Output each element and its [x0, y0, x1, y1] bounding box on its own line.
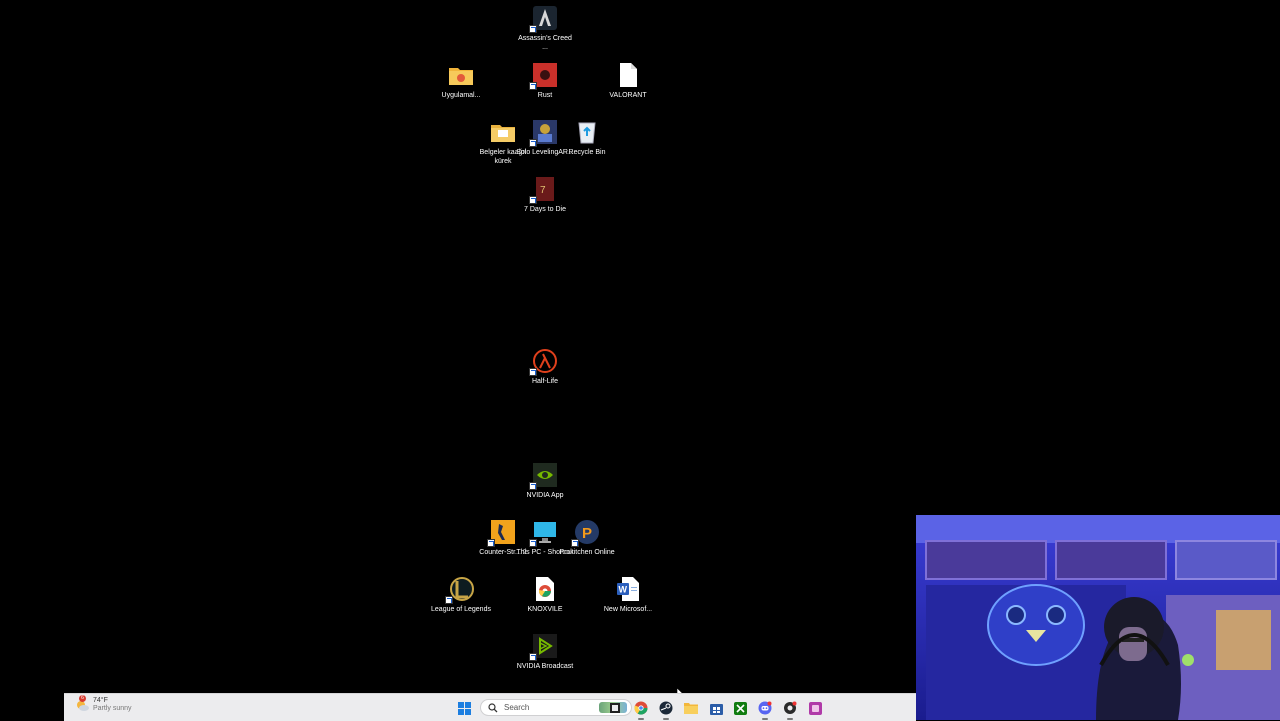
- partly-sunny-icon: 6: [74, 695, 90, 713]
- xbox-icon: [733, 701, 747, 715]
- nvidia-broadcast-icon: [529, 632, 559, 661]
- seven-days-to-die-icon: 7: [529, 175, 559, 204]
- desktop-icon-label: NVIDIA Broadcast: [516, 663, 574, 670]
- file-explorer-icon: [684, 703, 698, 714]
- half-life-icon: [529, 347, 559, 376]
- desktop-icon-half-life[interactable]: Half-Life: [515, 347, 575, 386]
- desktop-icon-prokitchen[interactable]: P Prokitchen Online: [557, 518, 617, 557]
- recycle-bin-icon: [573, 118, 601, 146]
- taskbar-chrome[interactable]: [632, 699, 650, 720]
- webcam-overlay: [916, 515, 1280, 720]
- steam-icon: [659, 701, 673, 715]
- search-placeholder: Search: [504, 703, 530, 712]
- chrome-icon: [634, 701, 648, 715]
- task-view-button[interactable]: [606, 699, 624, 717]
- desktop-icon-rust[interactable]: Rust: [515, 61, 575, 100]
- desktop-icon-label: 7 Days to Die: [523, 206, 567, 213]
- start-icon: [457, 701, 471, 715]
- app-icon: [808, 701, 822, 715]
- desktop-icon-label: Uygulamal...: [441, 92, 481, 99]
- desktop-icon-label: Rust: [537, 92, 553, 99]
- assassins-creed-icon: [529, 4, 559, 33]
- desktop-icon-label: Half-Life: [531, 378, 559, 385]
- store-icon: [709, 703, 723, 715]
- taskbar-steam[interactable]: [657, 699, 675, 720]
- desktop-icon-label: Recycle Bin: [568, 149, 606, 156]
- solo-leveling-icon: [529, 118, 559, 147]
- desktop-icon-valorant[interactable]: VALORANT: [598, 61, 658, 100]
- app-icon: [784, 701, 797, 714]
- desktop-icon-label: VALORANT: [609, 92, 647, 99]
- taskbar-app[interactable]: [781, 699, 799, 720]
- desktop-icon-label: KNOXVILE: [527, 606, 563, 613]
- desktop-icon-league-of-legends[interactable]: League of Legends: [431, 575, 491, 614]
- taskbar-discord[interactable]: [756, 699, 774, 720]
- desktop-icon-label: New Microsof...: [603, 606, 653, 613]
- folder-icon: [489, 118, 517, 146]
- start-button[interactable]: [455, 699, 473, 717]
- weather-widget[interactable]: 6 74°F Partly sunny: [74, 695, 132, 713]
- blank-file-icon: [614, 61, 642, 89]
- desktop-icon-new-word-document[interactable]: W New Microsof...: [598, 575, 658, 614]
- weather-temperature: 74°F: [93, 697, 108, 704]
- svg-text:7: 7: [540, 185, 546, 196]
- rust-icon: [529, 61, 559, 90]
- counter-strike-icon: [487, 518, 517, 547]
- folder-icon: [447, 61, 475, 89]
- desktop-icon-label: Prokitchen Online: [559, 549, 615, 556]
- taskbar-store[interactable]: [707, 699, 725, 717]
- desktop-icon-nvidia-app[interactable]: NVIDIA App: [515, 461, 575, 500]
- desktop-icon-knoxvile[interactable]: KNOXVILE: [515, 575, 575, 614]
- prokitchen-icon: P: [571, 518, 601, 547]
- desktop-icon-label: NVIDIA App: [526, 492, 564, 499]
- taskbar-file-explorer[interactable]: [682, 699, 700, 717]
- taskbar-xbox[interactable]: [731, 699, 749, 717]
- league-of-legends-icon: [445, 575, 475, 604]
- weather-condition: Partly sunny: [93, 705, 132, 712]
- taskbar: 6 74°F Partly sunny Search: [64, 693, 916, 721]
- desktop-icon-recycle-bin[interactable]: Recycle Bin: [557, 118, 617, 157]
- chrome-icon: [531, 575, 559, 603]
- svg-text:P: P: [582, 525, 592, 542]
- svg-text:W: W: [619, 585, 628, 595]
- discord-icon: [758, 701, 772, 715]
- desktop-icon-label: Assassin's Creed ...: [518, 35, 572, 51]
- desktop-icon-uygulamal[interactable]: Uygulamal...: [431, 61, 491, 100]
- search-icon: [488, 702, 498, 712]
- desktop-icon-7-days-to-die[interactable]: 7 7 Days to Die: [515, 175, 575, 214]
- this-pc-icon: [529, 518, 559, 547]
- word-document-icon: W: [614, 575, 642, 603]
- task-view-icon: [610, 703, 620, 713]
- desktop-icon-assassins-creed[interactable]: Assassin's Creed ...: [515, 4, 575, 52]
- desktop-icon-label: League of Legends: [431, 606, 491, 613]
- webcam-feed-image: [916, 515, 1280, 720]
- notification-badge: 6: [79, 695, 86, 702]
- taskbar-app[interactable]: [806, 699, 824, 717]
- nvidia-icon: [529, 461, 559, 490]
- desktop-icon-nvidia-broadcast[interactable]: NVIDIA Broadcast: [515, 632, 575, 671]
